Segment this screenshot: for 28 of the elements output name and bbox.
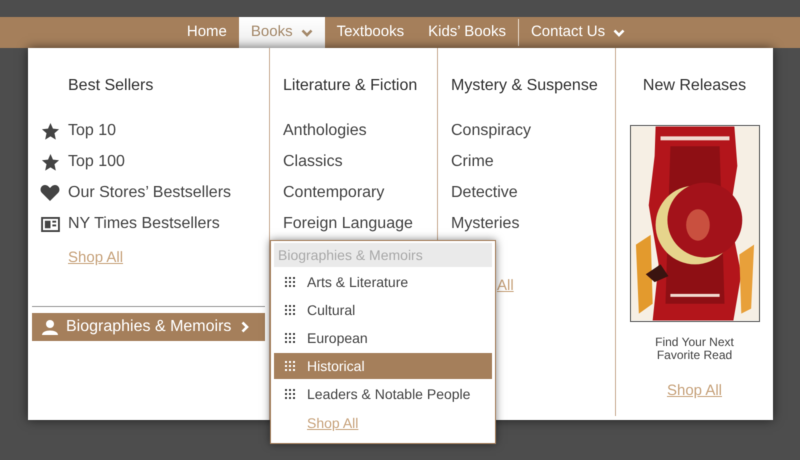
column-heading: New Releases [642,76,746,96]
menu-link[interactable]: Anthologies [283,120,367,142]
submenu-item[interactable]: Historical [274,353,492,379]
nav-item[interactable]: Kids’ Books [416,17,518,48]
submenu-item[interactable]: Arts & Literature [274,269,492,295]
nav-item[interactable]: Home [174,17,239,48]
nav-item[interactable]: Contact Us [518,17,638,48]
menu-link[interactable]: Top 100 [68,150,125,174]
column-heading: Mystery & Suspense [451,76,599,96]
submenu-item[interactable]: Cultural [274,297,492,323]
menu-link[interactable]: Crime [451,151,494,173]
menu-link[interactable]: Detective [451,182,518,204]
menu-link[interactable]: Classics [283,151,343,173]
submenu-title: Biographies & Memoirs [274,243,492,267]
category-item[interactable]: Biographies & Memoirs [32,312,265,340]
column-heading: Best Sellers [67,76,154,96]
menu-link[interactable]: NY Times Bestsellers [68,212,220,236]
submenu-item[interactable]: Leaders & Notable People [274,381,492,407]
menu-link[interactable]: Our Stores’ Bestsellers [68,181,232,205]
menu-link[interactable]: Conspiracy [451,120,532,142]
menu-link[interactable]: Top 10 [68,119,116,143]
menu-link[interactable]: Contemporary [283,182,384,204]
menu-link[interactable]: Foreign Language [283,213,413,235]
column-heading: Literature & Fiction [283,76,418,96]
caption-text: Find Your Next Favorite Read [654,336,735,362]
nav-item[interactable]: Textbooks [324,17,416,48]
submenu-item[interactable]: European [274,325,492,351]
menu-link[interactable]: Mysteries [451,213,520,235]
